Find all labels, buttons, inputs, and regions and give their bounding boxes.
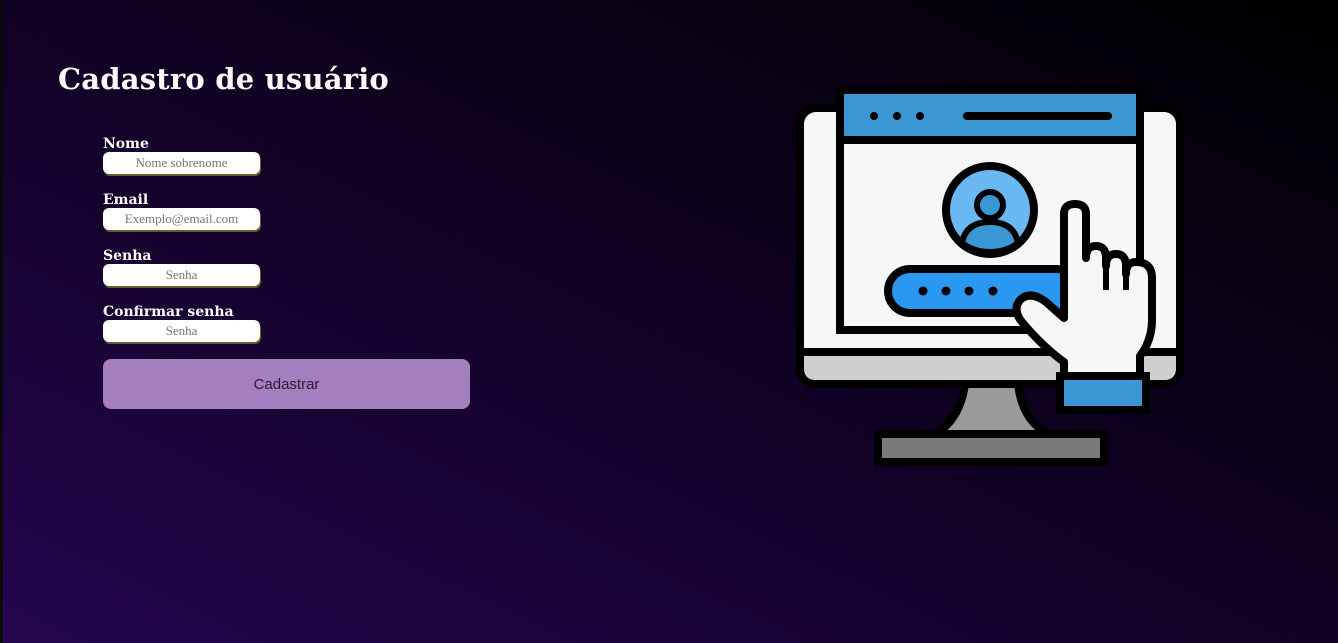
name-field: Nome xyxy=(103,136,260,174)
page-title: Cadastro de usuário xyxy=(58,62,389,96)
email-label: Email xyxy=(103,192,149,208)
confirm-password-input[interactable] xyxy=(103,320,260,342)
password-label: Senha xyxy=(103,248,152,264)
email-input[interactable] xyxy=(103,208,260,230)
confirm-password-field: Confirmar senha xyxy=(103,304,260,342)
confirm-password-label: Confirmar senha xyxy=(103,304,234,320)
computer-login-hand-icon xyxy=(790,80,1190,470)
password-input[interactable] xyxy=(103,264,260,286)
register-button[interactable]: Cadastrar xyxy=(103,359,470,409)
name-input[interactable] xyxy=(103,152,260,174)
password-field: Senha xyxy=(103,248,260,286)
window-edge xyxy=(0,0,3,643)
email-field: Email xyxy=(103,192,260,230)
name-label: Nome xyxy=(103,136,149,152)
signup-form: Cadastro de usuário Nome Email Senha Con… xyxy=(58,62,470,409)
